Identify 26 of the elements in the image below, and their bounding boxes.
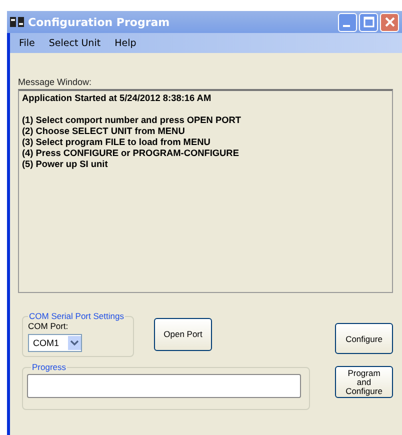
close-button[interactable]	[380, 12, 399, 32]
chevron-down-icon	[70, 340, 79, 346]
menu-item[interactable]: Help	[114, 38, 136, 48]
menu-item[interactable]: Select Unit	[48, 38, 101, 48]
message-line: (1) Select comport number and press OPEN PORT	[22, 115, 242, 125]
message-line: (3) Select program FILE to load from MENU	[22, 137, 210, 147]
message-line: (4) Press CONFIGURE or PROGRAM-CONFIGURE	[22, 148, 239, 158]
close-icon	[384, 16, 396, 28]
minimize-button[interactable]	[338, 12, 357, 32]
menu-item[interactable]: File	[19, 38, 35, 48]
maximize-icon	[362, 16, 374, 28]
message-line: (5) Power up SI unit	[22, 159, 108, 169]
com-port-dropdown[interactable]: COM1	[28, 334, 82, 352]
message-window-label: Message Window:	[18, 77, 93, 87]
group-title: COM Serial Port Settings	[28, 311, 125, 321]
com-port-label: COM Port:	[28, 321, 68, 331]
message-line: Application Started at 5/24/2012 8:38:16 AM	[22, 93, 212, 103]
group-title: Progress	[31, 362, 68, 372]
message-line: (2) Choose SELECT UNIT from MENU	[22, 126, 185, 136]
program-configure-button[interactable]: Program and Configure	[335, 366, 393, 398]
app-icon	[9, 15, 25, 29]
configure-button[interactable]: Configure	[335, 323, 393, 354]
minimize-icon	[342, 25, 350, 27]
open-port-button[interactable]: Open Port	[154, 318, 212, 350]
maximize-button[interactable]	[359, 12, 378, 32]
window-title: Configuration Program	[28, 16, 170, 28]
